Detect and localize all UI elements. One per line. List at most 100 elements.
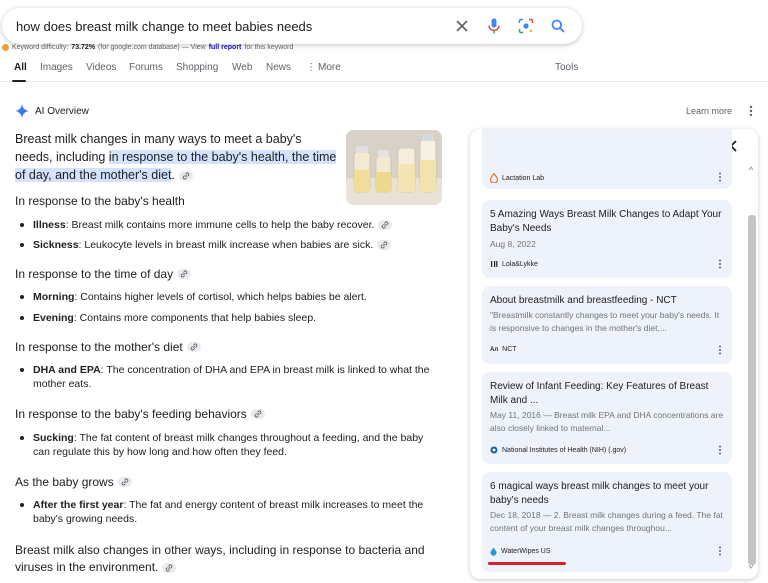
bullet-text: : The fat content of breast milk changes… xyxy=(33,432,424,458)
active-tab-indicator xyxy=(12,80,26,82)
section-heading-text: In response to the mother's diet xyxy=(15,340,183,354)
link-chip-icon[interactable] xyxy=(250,409,265,419)
ai-overview-body: Breast milk changes in many ways to meet… xyxy=(15,130,443,205)
source-date: Dec 18, 2018 xyxy=(490,510,541,520)
link-chip-icon[interactable] xyxy=(378,220,393,231)
more-tabs-dots-icon[interactable]: ⋮ xyxy=(306,62,316,73)
source-card[interactable]: Review of Infant Feeding: Key Features o… xyxy=(482,372,732,464)
link-chip-icon[interactable] xyxy=(186,342,201,352)
section-heading: In response to the time of day xyxy=(15,267,192,281)
source-row: Lola&Lykke xyxy=(490,260,538,268)
ai-overview-header: AI Overview xyxy=(15,104,89,118)
bullet-term: Evening xyxy=(33,312,74,324)
card-menu-icon[interactable] xyxy=(718,259,722,269)
section-heading: In response to the baby's health xyxy=(15,194,185,208)
list-item: Morning: Contains higher levels of corti… xyxy=(20,290,440,304)
nct-logo-icon: Ал xyxy=(490,346,499,353)
keyword-difficulty-value: 73.72% xyxy=(71,44,96,51)
source-meta: May 11, 2016 — Breast milk EPA and DHA c… xyxy=(490,409,726,435)
card-menu-icon[interactable] xyxy=(718,345,722,355)
keyword-difficulty-suffix: for this keyword xyxy=(244,44,294,51)
bullet-text: : Leukocyte levels in breast milk increa… xyxy=(78,239,374,251)
full-report-link[interactable]: full report xyxy=(209,44,242,51)
intro-end: . xyxy=(171,168,175,182)
source-meta: Dec 18, 2018 — 2. Breast milk changes du… xyxy=(490,509,726,535)
microphone-icon[interactable] xyxy=(484,16,504,36)
red-annotation-underline xyxy=(488,562,566,565)
bullet-dot xyxy=(20,295,24,299)
source-row: Lactation Lab xyxy=(490,173,544,183)
bullet-term: Sucking xyxy=(33,432,74,444)
tab-all[interactable]: All xyxy=(14,62,27,73)
scrollbar-thumb[interactable] xyxy=(748,215,756,565)
closing-paragraph: Breast milk also changes in other ways, … xyxy=(15,542,445,576)
list-item: Sucking: The fat content of breast milk … xyxy=(20,431,440,459)
source-card[interactable]: Lactation Lab xyxy=(482,129,732,189)
bullet-dot xyxy=(20,316,24,320)
source-row: National Institutes of Health (NIH) (.go… xyxy=(490,446,626,454)
ai-overview-menu-icon[interactable] xyxy=(748,105,754,117)
bullet-text: : Breast milk contains more immune cells… xyxy=(65,219,375,231)
waterwipes-drop-icon xyxy=(490,547,497,556)
bullet-term: Illness xyxy=(33,219,66,231)
search-input[interactable]: how does breast milk change to meet babi… xyxy=(16,19,440,34)
source-card[interactable]: 6 magical ways breast milk changes to me… xyxy=(482,472,732,572)
source-title[interactable]: 5 Amazing Ways Breast Milk Changes to Ad… xyxy=(490,208,726,235)
section-heading-text: In response to the baby's feeding behavi… xyxy=(15,407,247,421)
source-title[interactable]: Review of Infant Feeding: Key Features o… xyxy=(490,380,726,407)
source-name: National Institutes of Health (NIH) (.go… xyxy=(502,446,627,454)
gemini-sparkle-icon xyxy=(15,104,29,118)
list-item: After the first year: The fat and energy… xyxy=(20,498,440,526)
search-tabs: All Images Videos Forums Shopping Web Ne… xyxy=(0,56,768,82)
bullet-term: After the first year xyxy=(33,499,124,511)
tab-shopping[interactable]: Shopping xyxy=(176,62,218,73)
source-card[interactable]: About breastmilk and breastfeeding - NCT… xyxy=(482,286,732,364)
search-icon[interactable] xyxy=(548,16,568,36)
link-chip-icon[interactable] xyxy=(117,477,132,487)
bullet-text: : Contains higher levels of cortisol, wh… xyxy=(74,291,367,303)
list-item: DHA and EPA: The concentration of DHA an… xyxy=(20,363,440,391)
tab-videos[interactable]: Videos xyxy=(86,62,116,73)
section-heading: As the baby grows xyxy=(15,475,132,489)
tab-more[interactable]: More xyxy=(318,62,341,73)
lens-icon[interactable] xyxy=(516,16,536,36)
card-menu-icon[interactable] xyxy=(718,172,722,182)
list-item: Sickness: Leukocyte levels in breast mil… xyxy=(20,238,440,252)
card-menu-icon[interactable] xyxy=(718,546,722,556)
source-title[interactable]: About breastmilk and breastfeeding - NCT xyxy=(490,294,726,308)
learn-more-link[interactable]: Learn more xyxy=(686,106,732,116)
tab-images[interactable]: Images xyxy=(40,62,73,73)
keyword-difficulty-label: Keyword difficulty: xyxy=(12,44,69,51)
link-chip-icon[interactable] xyxy=(178,170,193,181)
bullet-dot xyxy=(20,223,24,227)
tab-news[interactable]: News xyxy=(266,62,291,73)
tools-button[interactable]: Tools xyxy=(555,62,578,73)
section-heading: In response to the baby's feeding behavi… xyxy=(15,407,265,421)
link-chip-icon[interactable] xyxy=(177,269,192,279)
section-heading-text: In response to the time of day xyxy=(15,267,174,281)
source-snippet: "Breastmilk constantly changes to meet y… xyxy=(490,310,720,333)
source-title[interactable]: 6 magical ways breast milk changes to me… xyxy=(490,480,726,507)
section-heading-text: In response to the baby's health xyxy=(15,194,185,208)
lactation-lab-logo-icon xyxy=(490,173,498,183)
tab-web[interactable]: Web xyxy=(232,62,252,73)
list-item: Evening: Contains more components that h… xyxy=(20,311,440,325)
card-menu-icon[interactable] xyxy=(718,445,722,455)
bullet-dot xyxy=(20,243,24,247)
bullet-dot xyxy=(20,368,24,372)
search-bar[interactable]: how does breast milk change to meet babi… xyxy=(2,8,582,44)
sources-panel: Lactation Lab 5 Amazing Ways Breast Milk… xyxy=(470,129,758,579)
bullet-term: Sickness xyxy=(33,239,79,251)
clear-icon[interactable] xyxy=(452,16,472,36)
tab-forums[interactable]: Forums xyxy=(129,62,163,73)
keyword-difficulty-note: (for google.com database) — View xyxy=(98,44,206,51)
link-chip-icon[interactable] xyxy=(377,240,392,251)
nih-logo-icon xyxy=(490,446,498,454)
lola-lykke-logo-icon xyxy=(491,261,498,267)
breast-milk-bottles-image[interactable] xyxy=(346,130,442,205)
bullet-term: Morning xyxy=(33,291,75,303)
extension-icon xyxy=(2,44,9,51)
link-chip-icon[interactable] xyxy=(162,562,177,573)
source-card[interactable]: 5 Amazing Ways Breast Milk Changes to Ad… xyxy=(482,200,732,278)
source-name: WaterWipes US xyxy=(501,548,551,555)
